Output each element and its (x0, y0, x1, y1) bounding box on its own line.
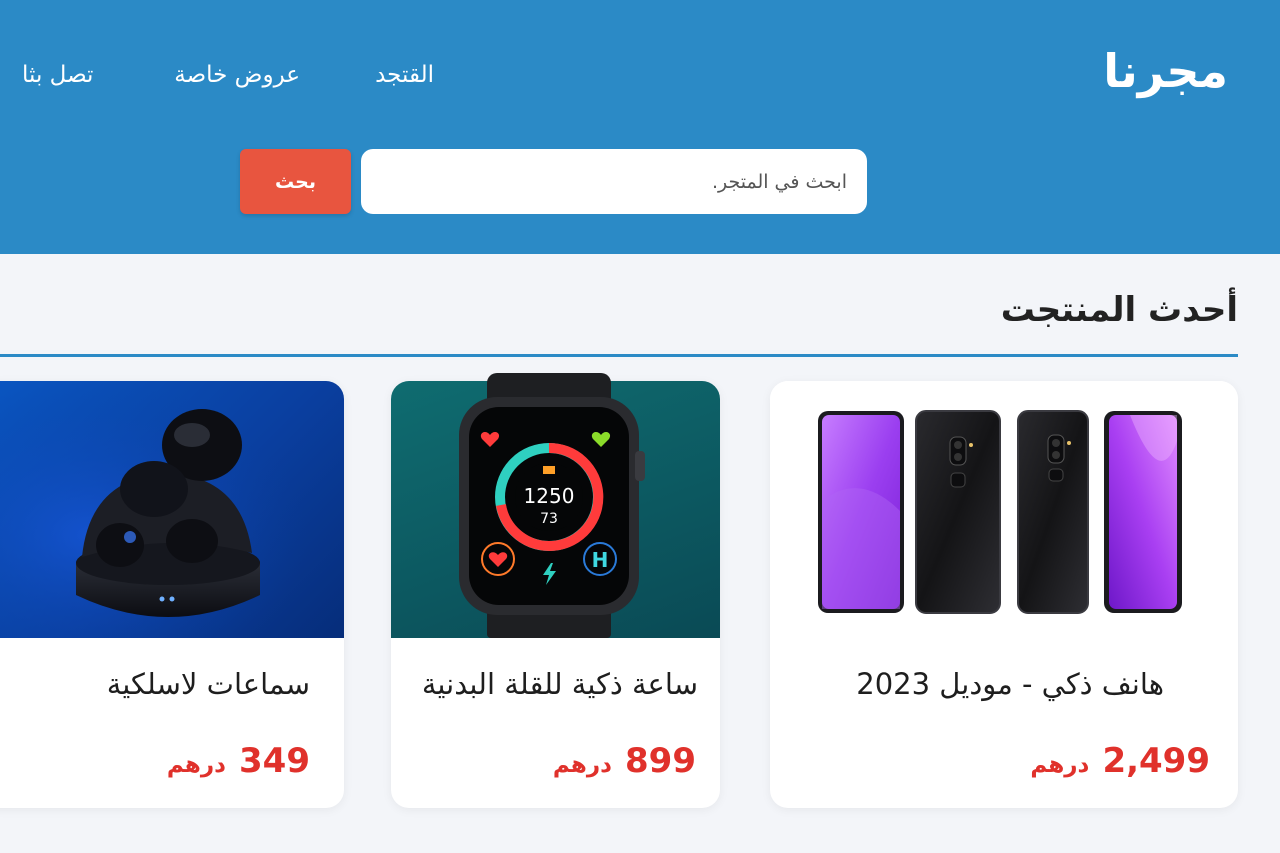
wireless-earbuds-image (0, 381, 344, 638)
price-currency: درهم (1030, 752, 1090, 778)
product-price: 349 درهم (167, 741, 310, 781)
nav-link-store[interactable]: القتجد (375, 62, 434, 88)
price-amount: 899 (625, 741, 696, 781)
section-title: أحدث المنتجت (1000, 290, 1238, 330)
site-header: مجرنا القتجد عروض خاصة تصل بثا بحث (0, 0, 1280, 254)
search-button[interactable]: بحث (240, 149, 351, 214)
product-name[interactable]: هانف ذكي - موديل 2023 (856, 667, 1164, 701)
nav-link-contact[interactable]: تصل بثا (22, 62, 93, 88)
product-name[interactable]: ساعة ذكية للقلة البدنية (422, 667, 698, 701)
smartphones-image (770, 381, 1238, 638)
search-input[interactable] (361, 149, 867, 214)
product-price: 2,499 درهم (1030, 741, 1210, 781)
product-price: 899 درهم (553, 741, 696, 781)
price-currency: درهم (552, 752, 612, 778)
section-divider (0, 354, 1238, 357)
site-logo[interactable]: مجرنا (1103, 44, 1228, 98)
product-card[interactable]: 1250 73 H ساعة ذكية للقلة البدنية 899 در… (391, 373, 720, 808)
nav-link-offers[interactable]: عروض خاصة (174, 62, 300, 88)
product-card[interactable]: هانف ذكي - موديل 2023 2,499 درهم (770, 381, 1238, 808)
watch-screen-primary: 1250 (524, 484, 575, 508)
product-name[interactable]: سماعات لاسلكية (107, 667, 310, 701)
price-amount: 349 (239, 741, 310, 781)
price-amount: 2,499 (1102, 741, 1210, 781)
watch-screen-secondary: 73 (540, 511, 558, 527)
product-card[interactable]: سماعات لاسلكية 349 درهم (0, 381, 344, 808)
price-currency: درهم (166, 752, 226, 778)
watch-screen-badge: H (592, 548, 609, 572)
smartwatch-image: 1250 73 H (391, 373, 720, 638)
